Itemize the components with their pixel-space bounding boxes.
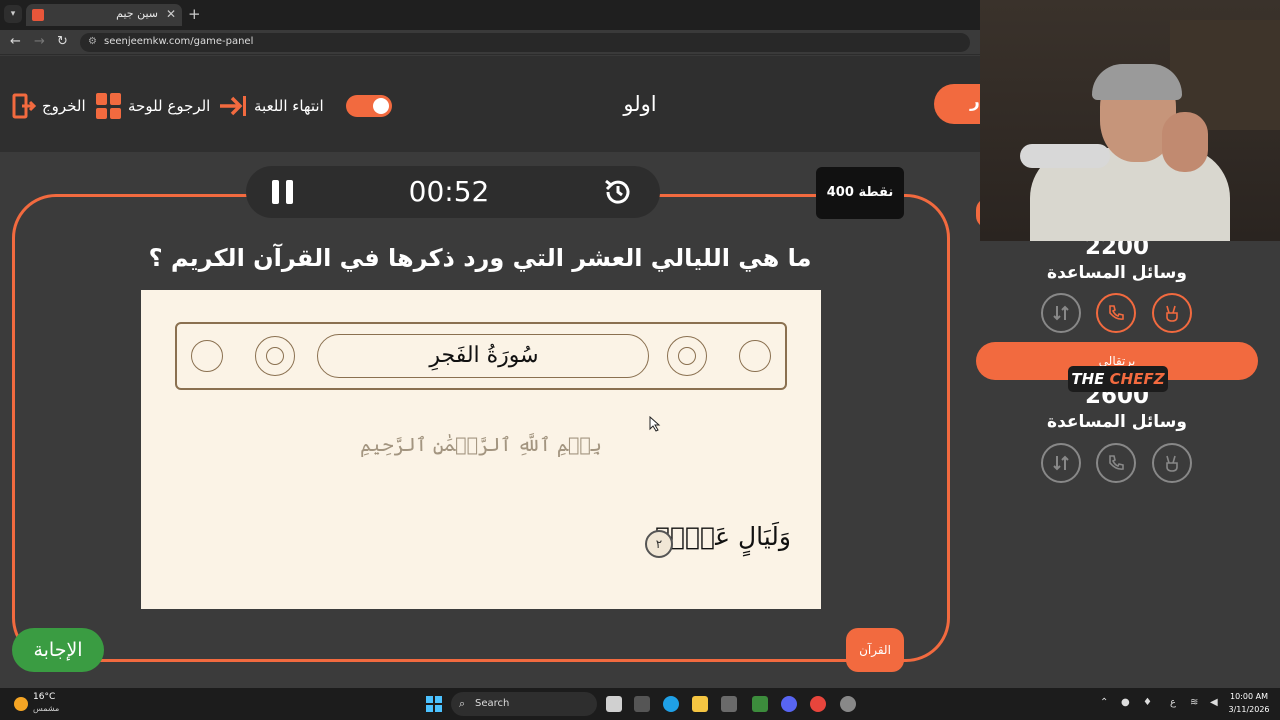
reload-icon[interactable]: ↻	[57, 34, 68, 49]
surah-header-frame: سُورَةُ الفَجرِ	[175, 322, 787, 390]
sponsor-text-1: THE	[1071, 370, 1110, 388]
webcam-person-hand	[1162, 112, 1208, 172]
ayah-number-marker: ٢	[645, 530, 673, 558]
webcam-person-cap	[1092, 64, 1182, 100]
volume-icon[interactable]: ◀	[1210, 697, 1218, 708]
team-turn-text: ر	[970, 92, 980, 112]
wifi-icon[interactable]: ≋	[1190, 697, 1198, 708]
phone-icon	[1109, 305, 1124, 320]
team-1-call-aid[interactable]	[1096, 293, 1136, 333]
back-arrow-icon[interactable]: ←	[10, 34, 21, 49]
task-view-icon[interactable]	[606, 696, 622, 712]
microphone-icon[interactable]: ♦	[1143, 697, 1152, 708]
end-game-label: انتهاء اللعبة	[254, 97, 324, 115]
language-indicator[interactable]: ع	[1170, 697, 1176, 708]
swap-arrows-icon	[1053, 305, 1069, 321]
team-2-call-aid[interactable]	[1096, 443, 1136, 483]
edge-icon[interactable]	[663, 696, 679, 712]
webcam-overlay	[980, 0, 1280, 241]
back-to-board-button[interactable]: الرجوع للوحة	[96, 92, 210, 120]
clock-date[interactable]: 3/11/2026	[1228, 705, 1270, 714]
sponsor-logo: THE CHEFZ	[1068, 366, 1168, 392]
team-1-swap-aid[interactable]	[1041, 293, 1081, 333]
ornament-icon	[667, 336, 707, 376]
weather-temp: 16°C	[33, 692, 56, 702]
surah-title: سُورَةُ الفَجرِ	[429, 343, 539, 368]
chrome-icon[interactable]	[810, 696, 826, 712]
team-1-double-aid[interactable]	[1152, 293, 1192, 333]
search-icon: ⌕	[459, 697, 466, 710]
category-badge[interactable]: القرآن	[846, 628, 904, 672]
team-2-double-aid[interactable]	[1152, 443, 1192, 483]
points-badge: 400 نقطة	[816, 167, 904, 219]
settings-icon[interactable]	[840, 696, 856, 712]
ornament-icon	[739, 340, 771, 372]
ornament-icon	[255, 336, 295, 376]
sponsor-text-2: CHEFZ	[1109, 370, 1165, 388]
webcam-microphone	[1020, 144, 1110, 168]
question-text: ما هي الليالي العشر التي ورد ذكرها في ال…	[148, 244, 812, 272]
bismillah-text: بِسۡمِ ٱللَّهِ ٱلرَّحۡمَٰنِ ٱلرَّحِيمِ	[360, 434, 602, 456]
end-game-button[interactable]: انتهاء اللعبة	[218, 92, 324, 120]
windows-taskbar: 16°C مشمس ⌕ Search ⌃ ● ♦ ع ≋ ◀ 10:00 AM …	[0, 688, 1280, 720]
taskbar-search[interactable]: ⌕ Search	[451, 692, 597, 716]
timer-display: 00:52	[408, 175, 490, 208]
tab-list-dropdown[interactable]: ▾	[4, 5, 22, 23]
search-label: Search	[475, 698, 510, 709]
ornament-icon	[191, 340, 223, 372]
back-to-board-label: الرجوع للوحة	[128, 97, 211, 115]
surah-title-box: سُورَةُ الفَجرِ	[317, 334, 649, 378]
store-icon[interactable]	[721, 696, 737, 712]
start-button[interactable]	[426, 696, 442, 712]
tab-title: سين جيم	[116, 7, 158, 20]
new-tab-button[interactable]: +	[188, 5, 201, 23]
phone-icon	[1109, 455, 1124, 470]
current-team-name: اولو	[623, 92, 657, 116]
chevron-up-icon[interactable]: ⌃	[1100, 697, 1108, 708]
exit-label: الخروج	[42, 97, 86, 115]
url-field[interactable]: ⚙ seenjeemkw.com/game-panel	[80, 33, 970, 52]
pause-icon[interactable]	[272, 180, 294, 204]
minecraft-icon[interactable]	[752, 696, 768, 712]
timer-bar: 00:52	[246, 166, 660, 218]
reset-timer-icon[interactable]	[602, 176, 634, 208]
show-answer-button[interactable]: الإجابة	[12, 628, 104, 672]
mouse-cursor-icon	[649, 416, 661, 432]
peace-hand-icon	[1166, 455, 1178, 472]
site-favicon-icon	[32, 9, 44, 21]
settings-toggle[interactable]	[346, 92, 392, 120]
swap-arrows-icon	[1053, 455, 1069, 471]
browser-tab[interactable]: سين جيم ✕	[26, 4, 182, 26]
board-grid-icon	[96, 93, 122, 119]
toggle-switch[interactable]	[346, 95, 392, 117]
team-1-aids-label: وسائل المساعدة	[1047, 263, 1187, 283]
app-icon[interactable]	[634, 696, 650, 712]
exit-button[interactable]: الخروج	[12, 92, 86, 120]
url-text: seenjeemkw.com/game-panel	[104, 36, 254, 47]
question-image: سُورَةُ الفَجرِ بِسۡمِ ٱللَّهِ ٱلرَّحۡمَ…	[141, 290, 821, 609]
team-2-swap-aid[interactable]	[1041, 443, 1081, 483]
toggle-knob	[373, 98, 389, 114]
site-info-icon[interactable]: ⚙	[88, 36, 97, 47]
tab-close-icon[interactable]: ✕	[166, 7, 176, 21]
peace-hand-icon	[1166, 305, 1178, 322]
clock-time[interactable]: 10:00 AM	[1228, 692, 1270, 701]
forward-arrow-icon[interactable]: →	[34, 34, 45, 49]
file-explorer-icon[interactable]	[692, 696, 708, 712]
weather-desc: مشمس	[33, 704, 60, 713]
steam-icon[interactable]: ●	[1121, 697, 1130, 708]
sun-icon[interactable]	[14, 697, 28, 711]
end-game-arrow-icon	[220, 96, 246, 116]
exit-door-icon	[12, 93, 36, 119]
discord-icon[interactable]	[781, 696, 797, 712]
team-2-aids-label: وسائل المساعدة	[1047, 412, 1187, 432]
